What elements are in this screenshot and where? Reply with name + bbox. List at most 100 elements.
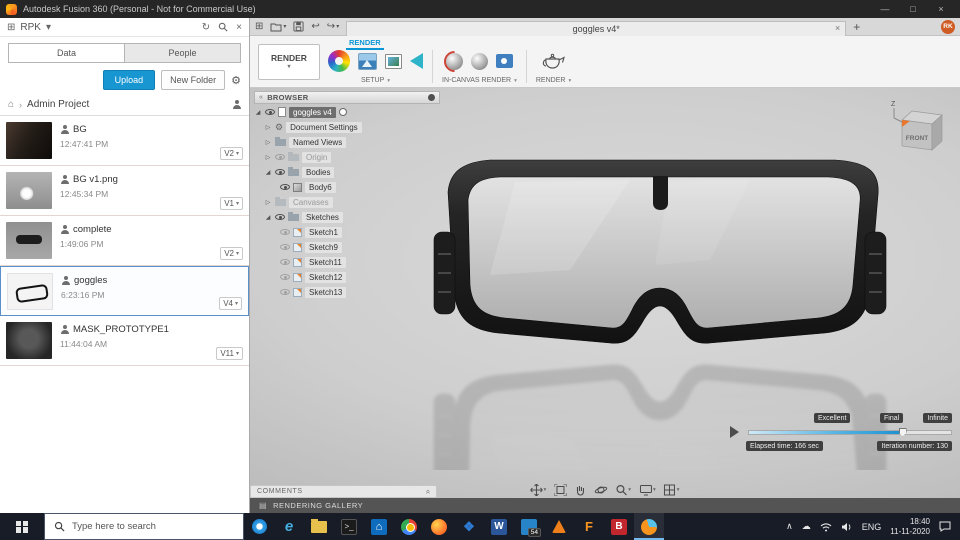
network-icon[interactable] — [820, 522, 832, 532]
visibility-eye-icon[interactable] — [280, 184, 290, 190]
close-button[interactable]: × — [928, 1, 954, 17]
comments-bar[interactable]: COMMENTS » — [250, 485, 437, 498]
tree-node[interactable]: ◢ Sketches — [254, 210, 440, 224]
taskbar-app-firefox[interactable] — [424, 513, 454, 540]
taskbar-app-autodesk[interactable]: F — [574, 513, 604, 540]
grid-layout-icon[interactable]: ▾ — [664, 484, 680, 496]
zoom-icon[interactable]: ▾ — [615, 484, 631, 496]
rendering-gallery-bar[interactable]: ▤ RENDERING GALLERY — [250, 498, 960, 513]
node-label[interactable]: Sketches — [302, 211, 343, 223]
render-teapot-icon[interactable] — [541, 52, 567, 70]
node-label[interactable]: Sketch1 — [305, 226, 342, 238]
node-label[interactable]: Sketch11 — [305, 256, 346, 268]
document-tab[interactable]: goggles v4* × — [346, 20, 847, 36]
setup-menu[interactable]: SETUP ▾ — [361, 74, 390, 87]
activate-component-icon[interactable] — [338, 108, 347, 116]
settings-gear-icon[interactable]: ⚙ — [231, 74, 241, 87]
taskbar-app-vlc[interactable] — [544, 513, 574, 540]
view-cube[interactable]: Z FRONT — [886, 96, 948, 156]
taskbar-app-chrome[interactable] — [394, 513, 424, 540]
taskbar-app-dropbox[interactable]: ❖ — [454, 513, 484, 540]
tree-node[interactable]: Sketch12 — [254, 270, 440, 284]
taskbar-search[interactable] — [44, 513, 244, 540]
visibility-eye-icon[interactable] — [275, 169, 285, 175]
upload-button[interactable]: Upload — [102, 70, 156, 90]
pan-icon[interactable]: ▾ — [530, 484, 546, 496]
version-dropdown[interactable]: V2 ▾ — [220, 247, 243, 260]
visibility-eye-icon[interactable] — [275, 154, 285, 160]
visibility-eye-icon[interactable] — [275, 214, 285, 220]
capture-image-icon[interactable] — [495, 54, 513, 68]
texture-map-icon[interactable] — [410, 53, 423, 69]
tree-node[interactable]: Sketch11 — [254, 255, 440, 269]
language-indicator[interactable]: ENG — [862, 522, 882, 532]
file-menu-icon[interactable]: ▾ — [270, 22, 286, 32]
workspace-selector[interactable]: RENDER ▾ — [258, 43, 320, 80]
fit-icon[interactable] — [554, 484, 567, 496]
cortana-button[interactable] — [244, 513, 274, 540]
visibility-eye-icon[interactable] — [280, 259, 290, 265]
tab-data[interactable]: Data — [8, 43, 124, 63]
taskbar-app-edge[interactable]: e — [274, 513, 304, 540]
quality-excellent[interactable]: Excellent — [814, 413, 851, 423]
expand-icon[interactable]: ▷ — [264, 124, 272, 131]
ribbon-tab-render[interactable]: RENDER — [346, 36, 384, 50]
version-dropdown[interactable]: V1 ▾ — [220, 197, 243, 210]
viewport-3d[interactable]: « BROWSER ◢ goggles v4 ▷ ⚙ Document Sett… — [250, 88, 960, 498]
tree-node[interactable]: Sketch9 — [254, 240, 440, 254]
appearance-icon[interactable] — [328, 50, 350, 72]
tab-close-icon[interactable]: × — [835, 23, 840, 33]
members-icon[interactable] — [232, 100, 241, 109]
render-menu[interactable]: RENDER ▾ — [536, 74, 571, 87]
taskbar-clock[interactable]: 18:40 11-11-2020 — [890, 517, 930, 536]
undo-icon[interactable]: ↩ — [311, 21, 319, 32]
tree-node[interactable]: Body6 — [254, 180, 440, 194]
pan-hand-icon[interactable] — [574, 484, 586, 496]
render-progress-track[interactable] — [748, 427, 952, 437]
tree-node[interactable]: Sketch1 — [254, 225, 440, 239]
tree-node[interactable]: ▷ Named Views — [254, 135, 440, 149]
volume-icon[interactable] — [841, 522, 853, 532]
redo-icon[interactable]: ↪ ▾ — [327, 21, 339, 32]
refresh-icon[interactable]: ↻ — [202, 22, 210, 33]
new-folder-button[interactable]: New Folder — [161, 70, 226, 90]
taskbar-app-store[interactable]: ⌂ — [364, 513, 394, 540]
decal-icon[interactable] — [385, 53, 402, 69]
expand-icon[interactable]: ◢ — [264, 169, 272, 176]
minimize-button[interactable]: — — [872, 1, 898, 17]
node-label[interactable]: Named Views — [289, 136, 347, 148]
search-input[interactable] — [72, 521, 212, 532]
tree-node[interactable]: ◢ Bodies — [254, 165, 440, 179]
expand-icon[interactable]: ▷ — [264, 139, 272, 146]
version-dropdown[interactable]: V11 ▾ — [216, 347, 243, 360]
version-dropdown[interactable]: V2 ▾ — [220, 147, 243, 160]
visibility-eye-icon[interactable] — [265, 109, 275, 115]
list-item[interactable]: MASK_PROTOTYPE1 11:44:04 AM V11 ▾ — [0, 316, 249, 366]
user-avatar[interactable]: RK — [941, 19, 955, 34]
taskbar-app-b[interactable]: B — [604, 513, 634, 540]
taskbar-app-word[interactable]: W — [484, 513, 514, 540]
expand-icon[interactable]: ◢ — [254, 109, 262, 116]
list-item[interactable]: BG v1.png 12:45:34 PM V1 ▾ — [0, 166, 249, 216]
node-label[interactable]: goggles v4 — [289, 106, 336, 118]
tab-people[interactable]: People — [124, 43, 241, 63]
node-label[interactable]: Document Settings — [286, 121, 362, 133]
taskbar-app-fusion360-active[interactable] — [634, 513, 664, 540]
data-panel-toggle-icon[interactable]: ⊞ — [255, 21, 263, 32]
chevron-down-icon[interactable]: ▾ — [46, 22, 51, 33]
grid-icon[interactable]: ⊞ — [7, 22, 15, 33]
visibility-eye-icon[interactable] — [280, 229, 290, 235]
render-play-button[interactable] — [730, 426, 739, 438]
new-tab-button[interactable]: + — [853, 20, 860, 34]
expand-icon[interactable]: ▷ — [264, 199, 272, 206]
quality-infinite[interactable]: Infinite — [923, 413, 952, 423]
taskbar-app-terminal[interactable]: >_ — [334, 513, 364, 540]
taskbar-app-file-explorer[interactable] — [304, 513, 334, 540]
quality-final[interactable]: Final — [880, 413, 904, 423]
tree-node[interactable]: ▷ Origin — [254, 150, 440, 164]
action-center-icon[interactable] — [939, 521, 951, 532]
tray-expand-icon[interactable]: ∧ — [786, 521, 793, 532]
scene-settings-icon[interactable] — [358, 52, 377, 70]
display-settings-icon[interactable]: ▾ — [639, 484, 656, 496]
node-label[interactable]: Body6 — [305, 181, 336, 193]
